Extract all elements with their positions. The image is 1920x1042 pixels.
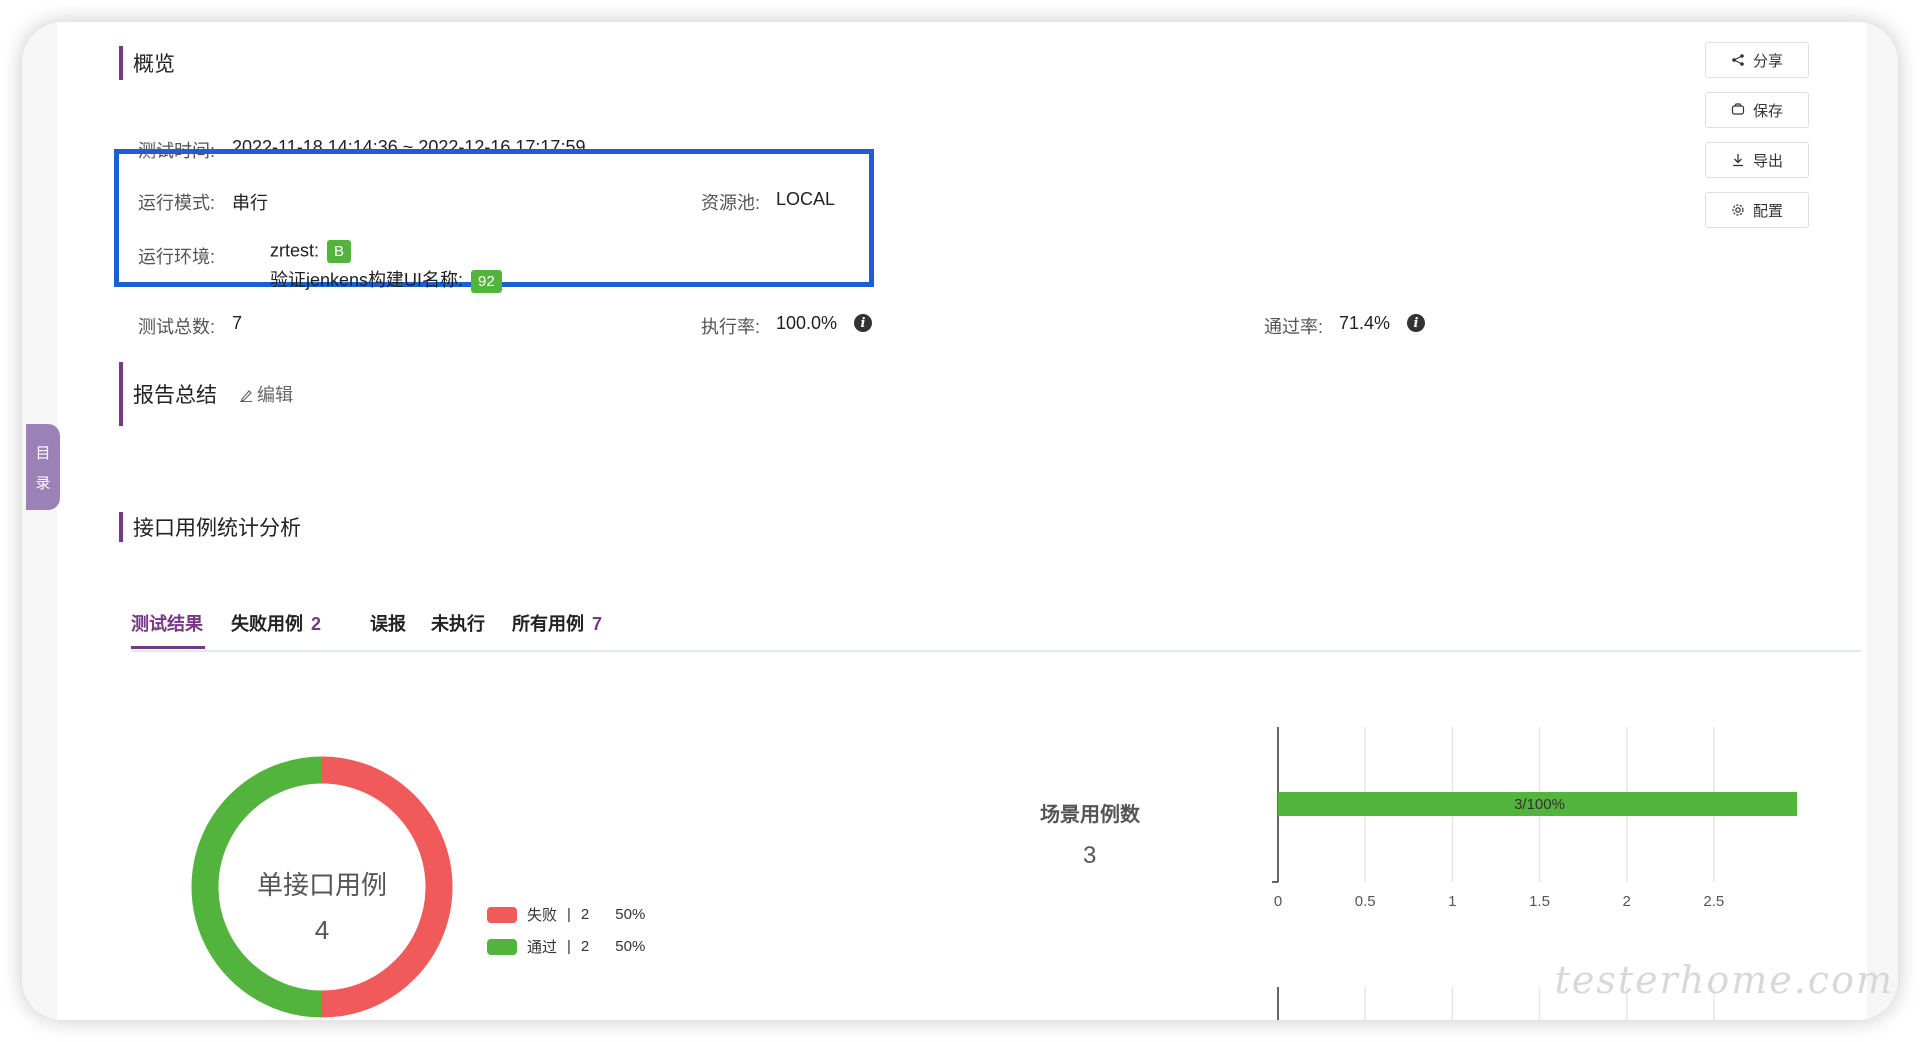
legend-percent: 50% bbox=[615, 906, 646, 923]
tab-failed-cases[interactable]: 失败用例 2 bbox=[231, 610, 321, 636]
tab-test-results[interactable]: 测试结果 bbox=[131, 610, 203, 636]
pass-rate-value: 71.4% bbox=[1339, 313, 1391, 333]
env-item: 验证jenkens构建UI名称: 92 bbox=[270, 266, 502, 293]
active-tab-underline bbox=[131, 646, 205, 649]
exec-rate-value: 100.0% bbox=[776, 313, 838, 333]
run-mode-value: 串行 bbox=[232, 193, 268, 213]
scenario-count: 3 bbox=[1083, 842, 1097, 869]
tab-label: 误报 bbox=[370, 614, 406, 634]
analysis-tabs: 测试结果 失败用例 2 误报 未执行 所有用例 7 bbox=[131, 588, 1861, 652]
legend-percent: 50% bbox=[615, 938, 646, 955]
donut-total: 4 bbox=[315, 915, 329, 945]
legend-item-failed[interactable]: 失败 | 2 50% bbox=[487, 904, 645, 925]
toc-label: 录 bbox=[35, 474, 51, 492]
analysis-title-text: 接口用例统计分析 bbox=[133, 517, 301, 540]
info-icon[interactable]: i bbox=[854, 314, 872, 332]
share-button[interactable]: 分享 bbox=[1705, 42, 1809, 78]
config-button[interactable]: 配置 bbox=[1705, 192, 1809, 228]
download-icon bbox=[1732, 154, 1743, 167]
edit-label: 编辑 bbox=[257, 385, 293, 405]
analysis-section-title: 接口用例统计分析 bbox=[119, 512, 301, 542]
legend-swatch bbox=[487, 906, 517, 923]
export-label: 导出 bbox=[1752, 152, 1783, 170]
tab-label: 所有用例 bbox=[512, 614, 584, 634]
tab-all-cases[interactable]: 所有用例 7 bbox=[512, 610, 602, 636]
report-page: 概览 分享 保存 导出 配置 测试时间: 2022-11-18 14:14:36… bbox=[57, 22, 1867, 1020]
x-tick-label: 1 bbox=[1448, 893, 1456, 910]
save-button[interactable]: 保存 bbox=[1705, 92, 1809, 128]
total-value: 7 bbox=[232, 313, 243, 333]
legend-name: 失败 bbox=[527, 907, 558, 924]
bar-data-label: 3/100% bbox=[1514, 796, 1565, 813]
legend-count: 2 bbox=[580, 938, 590, 955]
env-tag: B bbox=[327, 240, 352, 263]
scenario-label: 场景用例数 bbox=[1040, 804, 1140, 826]
exec-rate-label: 执行率: bbox=[701, 317, 761, 337]
tab-label: 测试结果 bbox=[131, 614, 203, 634]
window-frame: 概览 分享 保存 导出 配置 测试时间: 2022-11-18 14:14:36… bbox=[22, 22, 1898, 1020]
toc-label: 目 bbox=[35, 444, 51, 462]
tab-label: 失败用例 bbox=[231, 614, 303, 634]
env-name: 验证jenkens构建UI名称: bbox=[270, 270, 464, 290]
tab-false-positive[interactable]: 误报 bbox=[370, 610, 406, 636]
tab-not-executed[interactable]: 未执行 bbox=[431, 610, 485, 636]
legend-name: 通过 bbox=[527, 939, 558, 956]
save-label: 保存 bbox=[1752, 102, 1783, 120]
save-icon bbox=[1731, 103, 1745, 115]
donut-chart: 单接口用例 4 bbox=[191, 756, 453, 1018]
env-item: zrtest: B bbox=[270, 240, 352, 263]
donut-title: 单接口用例 bbox=[257, 870, 387, 900]
overview-title-text: 概览 bbox=[133, 53, 175, 76]
x-tick-label: 0.5 bbox=[1355, 893, 1376, 910]
share-icon bbox=[1732, 54, 1744, 66]
export-button[interactable]: 导出 bbox=[1705, 142, 1809, 178]
summary-title-text: 报告总结 bbox=[133, 384, 217, 407]
total-label: 测试总数: bbox=[138, 317, 216, 337]
tab-label: 未执行 bbox=[431, 614, 485, 634]
x-tick-label: 2 bbox=[1622, 893, 1630, 910]
run-mode-label: 运行模式: bbox=[138, 193, 216, 213]
resource-pool-value: LOCAL bbox=[776, 189, 836, 209]
tab-count: 7 bbox=[592, 614, 603, 634]
tab-count: 2 bbox=[311, 614, 322, 634]
legend-count: 2 bbox=[580, 906, 590, 923]
legend-item-passed[interactable]: 通过 | 2 50% bbox=[487, 936, 645, 957]
pencil-icon bbox=[240, 390, 252, 402]
edit-summary-link[interactable]: 编辑 bbox=[239, 381, 293, 407]
watermark: testerhome.com bbox=[1554, 958, 1894, 1002]
summary-section-title: 报告总结 编辑 bbox=[119, 362, 293, 426]
resource-pool-label: 资源池: bbox=[701, 193, 761, 213]
share-label: 分享 bbox=[1752, 52, 1783, 70]
env-name: zrtest: bbox=[270, 240, 320, 261]
legend-swatch bbox=[487, 938, 517, 955]
gear-icon bbox=[1732, 204, 1744, 216]
x-tick-label: 2.5 bbox=[1703, 893, 1724, 910]
config-label: 配置 bbox=[1752, 202, 1783, 220]
pass-rate-label: 通过率: bbox=[1264, 317, 1324, 337]
env-label: 运行环境: bbox=[138, 247, 216, 267]
overview-section-title: 概览 bbox=[119, 46, 175, 80]
info-icon[interactable]: i bbox=[1407, 314, 1425, 332]
env-tag: 92 bbox=[471, 269, 502, 293]
x-tick-label: 1.5 bbox=[1529, 893, 1550, 910]
toc-tab[interactable]: 目 录 bbox=[26, 424, 60, 510]
x-tick-label: 0 bbox=[1274, 893, 1282, 910]
